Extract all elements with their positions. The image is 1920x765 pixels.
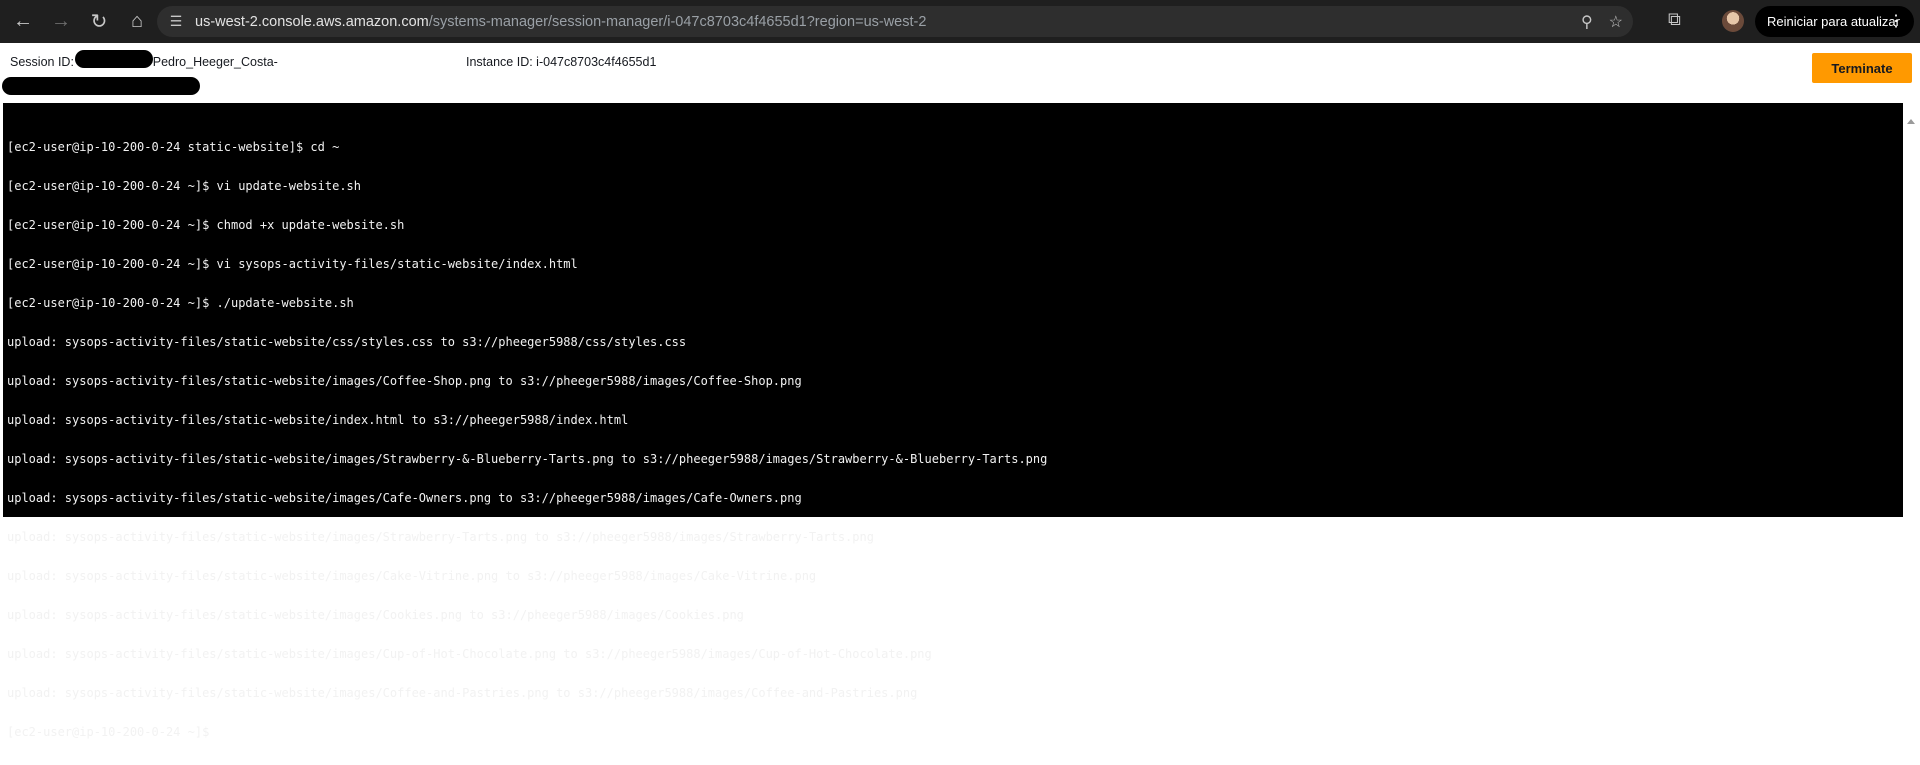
terminal-line: upload: sysops-activity-files/static-web… [7, 374, 802, 388]
redaction-mark [75, 50, 153, 68]
terminal-line: [ec2-user@ip-10-200-0-24 ~]$ chmod +x up… [7, 218, 405, 232]
terminal-line: [ec2-user@ip-10-200-0-24 ~]$ vi sysops-a… [7, 257, 578, 271]
profile-avatar[interactable] [1722, 10, 1744, 32]
terminal-line: [ec2-user@ip-10-200-0-24 static-website]… [7, 140, 340, 154]
update-browser-button[interactable]: Reiniciar para atualizar ⋮ [1755, 6, 1914, 37]
back-icon[interactable]: ← [6, 5, 40, 39]
address-bar[interactable]: ☰ us-west-2.console.aws.amazon.com/syste… [157, 6, 1633, 37]
url-text[interactable]: us-west-2.console.aws.amazon.com/systems… [195, 14, 926, 30]
scroll-up-arrow-icon[interactable] [1907, 119, 1915, 124]
update-browser-label: Reiniciar para atualizar [1767, 14, 1900, 29]
redaction-mark [2, 77, 200, 95]
forward-icon[interactable]: → [44, 5, 78, 39]
terminal-line: [ec2-user@ip-10-200-0-24 ~]$ ./update-we… [7, 296, 354, 310]
terminal-prompt-line: [ec2-user@ip-10-200-0-24 ~]$ [7, 726, 1047, 739]
terminal-line: [ec2-user@ip-10-200-0-24 ~]$ vi update-w… [7, 179, 362, 193]
terminal-line: upload: sysops-activity-files/static-web… [7, 608, 744, 622]
home-icon[interactable]: ⌂ [120, 5, 154, 39]
terminal-scrollbar[interactable] [1903, 117, 1917, 517]
url-path: /systems-manager/session-manager/i-047c8… [428, 13, 927, 30]
terminal-line: upload: sysops-activity-files/static-web… [7, 530, 874, 544]
session-id-suffix: -Pedro_Heeger_Costa- [148, 55, 278, 69]
terminal-output: [ec2-user@ip-10-200-0-24 static-website]… [7, 115, 1047, 765]
extensions-icon[interactable]: ⧉ [1668, 9, 1681, 30]
terminal[interactable]: [ec2-user@ip-10-200-0-24 static-website]… [3, 103, 1903, 739]
site-info-icon[interactable]: ☰ [163, 13, 189, 30]
url-host: us-west-2.console.aws.amazon.com [195, 13, 429, 30]
terminal-line: upload: sysops-activity-files/static-web… [7, 569, 817, 583]
reload-icon[interactable]: ↻ [82, 5, 116, 39]
kebab-menu-icon[interactable]: ⋮ [1888, 11, 1904, 31]
terminal-prompt: [ec2-user@ip-10-200-0-24 ~]$ [7, 725, 210, 739]
bookmark-star-icon[interactable]: ☆ [1609, 12, 1623, 32]
terminal-line: upload: sysops-activity-files/static-web… [7, 452, 1048, 466]
terminal-line: upload: sysops-activity-files/static-web… [7, 413, 629, 427]
session-header: Session ID: us -Pedro_Heeger_Costa- Insta… [0, 43, 1920, 103]
terminal-line: upload: sysops-activity-files/static-web… [7, 491, 802, 505]
browser-toolbar: ← → ↻ ⌂ ☰ us-west-2.console.aws.amazon.c… [0, 0, 1920, 43]
zoom-icon[interactable]: ⚲ [1581, 12, 1593, 32]
terminal-line: upload: sysops-activity-files/static-web… [7, 686, 918, 700]
terminal-line: upload: sysops-activity-files/static-web… [7, 647, 932, 661]
terminal-cursor [213, 726, 221, 738]
instance-id: Instance ID: i-047c8703c4f4655d1 [466, 55, 657, 69]
terminate-button[interactable]: Terminate [1812, 53, 1912, 83]
terminal-line: upload: sysops-activity-files/static-web… [7, 335, 687, 349]
